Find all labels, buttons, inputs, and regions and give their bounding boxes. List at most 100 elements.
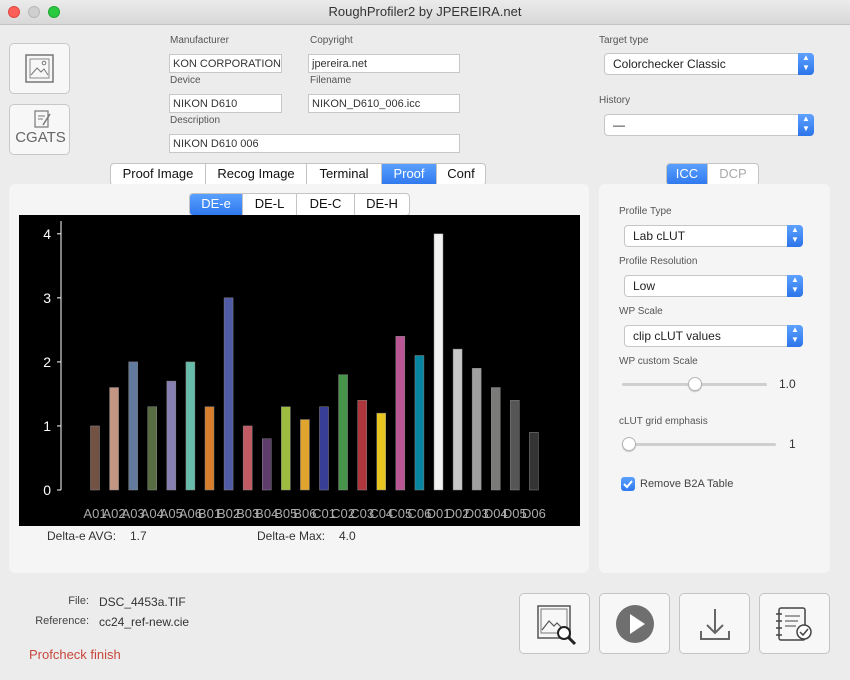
slider-thumb[interactable] [622, 437, 636, 451]
device-field[interactable]: NIKON D610 [169, 94, 282, 113]
tab-proof-image[interactable]: Proof Image [111, 164, 206, 185]
filename-label: Filename [310, 75, 352, 86]
bar-b04 [262, 438, 272, 491]
chevron-updown-icon: ▲ ▼ [787, 225, 803, 247]
bar-a03 [128, 361, 138, 491]
file-value: DSC_4453a.TIF [99, 595, 186, 609]
chevron-updown-icon: ▲ ▼ [798, 114, 814, 136]
description-label: Description [170, 115, 221, 126]
bar-b01 [204, 406, 215, 491]
history-value: — [613, 118, 625, 132]
bar-d06 [529, 432, 539, 491]
tab-proof[interactable]: Proof [382, 164, 437, 185]
run-button[interactable] [599, 593, 670, 654]
y-tick-label: 4 [43, 226, 51, 242]
clut-grid-value: 1 [789, 437, 796, 451]
bar-b06 [300, 419, 310, 491]
cgats-button[interactable]: CGATS [9, 104, 70, 155]
bar-a04 [147, 406, 157, 491]
download-icon [700, 609, 730, 640]
device-label: Device [170, 75, 201, 86]
wp-scale-label: WP Scale [619, 306, 663, 317]
tab-dcp[interactable]: DCP [708, 164, 758, 185]
profile-type-value: Lab cLUT [633, 229, 686, 243]
tab-de-e[interactable]: DE-e [190, 194, 243, 215]
bar-b02 [223, 297, 234, 491]
bar-a05 [166, 380, 177, 491]
slider-thumb[interactable] [687, 377, 702, 391]
description-field[interactable]: NIKON D610 006 [169, 134, 460, 153]
wp-scale-value: clip cLUT values [633, 329, 721, 343]
inspect-image-button[interactable] [519, 593, 590, 654]
bar-c06 [414, 355, 425, 491]
bar-c03 [357, 400, 367, 491]
avg-label: Delta-e AVG: [47, 529, 117, 543]
manufacturer-field[interactable]: KON CORPORATION [169, 54, 282, 73]
bar-a01 [90, 425, 100, 491]
profile-resolution-value: Low [633, 279, 656, 293]
file-label: File: [68, 595, 89, 607]
delta-e-chart: 01234 A01A02A03A04A05A06B01B02B03B04B05B… [19, 215, 580, 526]
wp-scale-select[interactable]: clip cLUT values ▲ ▼ [624, 325, 803, 347]
tab-de-l[interactable]: DE-L [243, 194, 297, 215]
bar-d01 [433, 233, 444, 491]
profile-resolution-label: Profile Resolution [619, 256, 698, 267]
bar-c04 [376, 412, 386, 491]
image-zoom-icon [537, 605, 577, 646]
remove-b2a-checkbox[interactable] [621, 477, 635, 491]
copyright-field[interactable]: jpereira.net [308, 54, 460, 73]
reference-value: cc24_ref-new.cie [99, 615, 190, 629]
profile-resolution-select[interactable]: Low ▲ ▼ [624, 275, 803, 297]
tab-terminal[interactable]: Terminal [307, 164, 382, 185]
max-label: Delta-e Max: [257, 529, 326, 543]
history-select[interactable]: — ▲ ▼ [604, 114, 814, 136]
open-image-button[interactable] [9, 43, 70, 94]
target-type-select[interactable]: Colorchecker Classic ▲ ▼ [604, 53, 814, 75]
chevron-updown-icon: ▲ ▼ [787, 325, 803, 347]
bar-d04 [491, 387, 501, 491]
reference-label: Reference: [35, 615, 89, 627]
target-type-value: Colorchecker Classic [613, 57, 726, 71]
report-button[interactable] [759, 593, 830, 654]
image-icon [25, 54, 54, 83]
wp-custom-scale-label: WP custom Scale [619, 356, 698, 367]
clut-grid-label: cLUT grid emphasis [619, 416, 708, 427]
bar-d03 [471, 368, 482, 491]
x-tick-label: D06 [522, 506, 546, 521]
clut-grid-slider[interactable] [622, 437, 776, 451]
tab-icc[interactable]: ICC [667, 164, 708, 185]
play-icon [616, 605, 654, 643]
chevron-updown-icon: ▲ ▼ [787, 275, 803, 297]
target-type-label: Target type [599, 35, 649, 46]
max-value: 4.0 [339, 529, 356, 543]
bar-b05 [281, 406, 291, 491]
bar-c01 [319, 406, 329, 491]
y-tick-label: 2 [43, 354, 51, 370]
bar-c02 [338, 374, 348, 491]
tab-conf[interactable]: Conf [437, 164, 485, 185]
bar-c05 [395, 336, 406, 491]
wp-custom-scale-slider[interactable] [622, 377, 767, 391]
wp-custom-scale-value: 1.0 [779, 377, 796, 391]
y-tick-label: 3 [43, 290, 51, 306]
window-title: RoughProfiler2 by JPEREIRA.net [328, 4, 522, 19]
filename-field[interactable]: NIKON_D610_006.icc [308, 94, 460, 113]
tab-recog-image[interactable]: Recog Image [206, 164, 307, 185]
avg-value: 1.7 [130, 529, 147, 543]
chevron-updown-icon: ▲ ▼ [798, 53, 814, 75]
tab-de-h[interactable]: DE-H [355, 194, 409, 215]
main-tabs: Proof Image Recog Image Terminal Proof C… [110, 163, 486, 186]
tab-de-c[interactable]: DE-C [297, 194, 355, 215]
profile-type-select[interactable]: Lab cLUT ▲ ▼ [624, 225, 803, 247]
history-label: History [599, 95, 631, 106]
y-tick-label: 0 [43, 482, 51, 498]
bar-d02 [452, 348, 463, 491]
cgats-label: CGATS [15, 129, 66, 146]
profile-type-label: Profile Type [619, 206, 672, 217]
copyright-label: Copyright [310, 35, 353, 46]
y-tick-label: 1 [43, 418, 51, 434]
checklist-icon [776, 607, 812, 641]
manufacturer-label: Manufacturer [170, 35, 229, 46]
save-profile-button[interactable] [679, 593, 750, 654]
bar-d05 [510, 400, 520, 491]
